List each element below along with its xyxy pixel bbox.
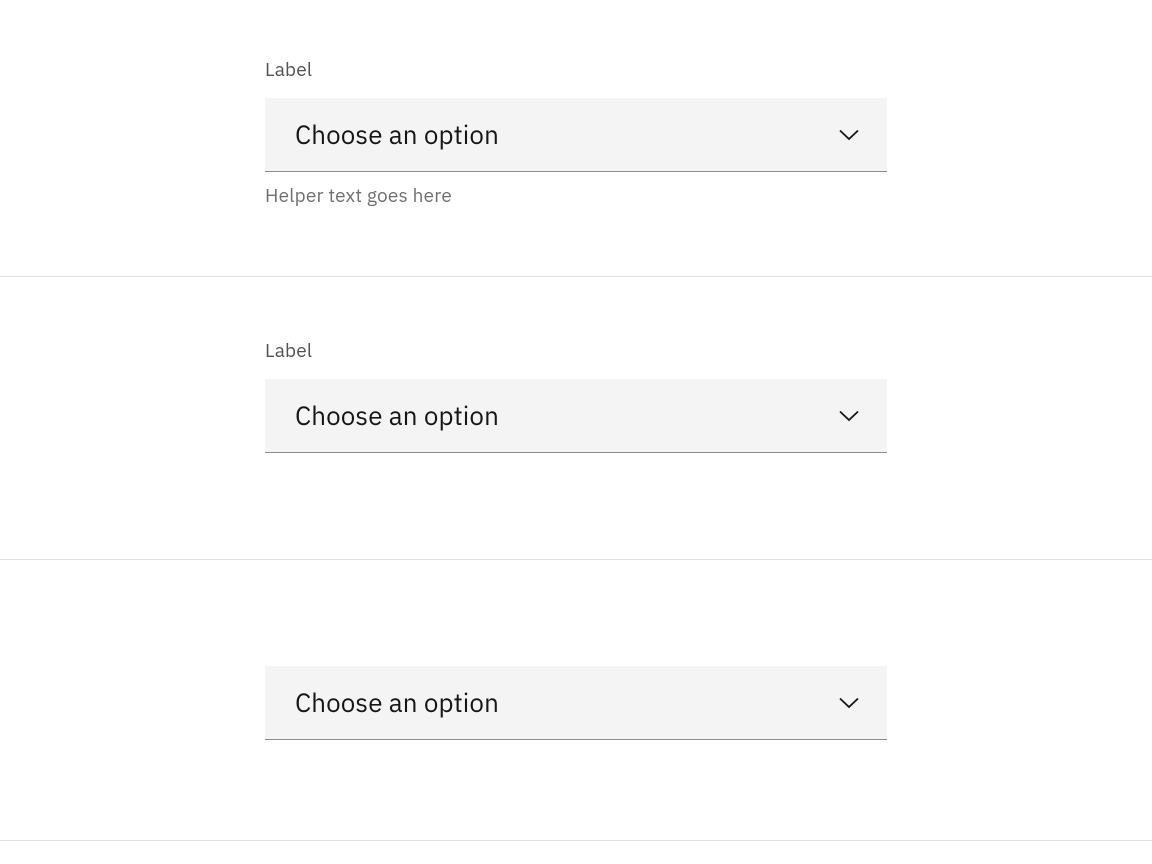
dropdown-field[interactable]: Choose an option <box>265 98 887 172</box>
dropdown-placeholder: Choose an option <box>295 399 499 433</box>
chevron-down-icon <box>839 410 859 422</box>
dropdown-field[interactable]: Choose an option <box>265 666 887 740</box>
chevron-down-icon <box>839 129 859 141</box>
dropdown-helper-text: Helper text goes here <box>265 184 887 208</box>
dropdown-field[interactable]: Choose an option <box>265 379 887 453</box>
dropdown-label: Label <box>265 58 887 82</box>
dropdown-placeholder: Choose an option <box>295 686 499 720</box>
dropdown-section-1: Label Choose an option Helper text goes … <box>0 0 1152 277</box>
chevron-down-icon <box>839 697 859 709</box>
dropdown-label: Label <box>265 339 887 363</box>
dropdown-section-3: Choose an option <box>0 560 1152 841</box>
dropdown-section-2: Label Choose an option <box>0 277 1152 560</box>
dropdown-placeholder: Choose an option <box>295 118 499 152</box>
